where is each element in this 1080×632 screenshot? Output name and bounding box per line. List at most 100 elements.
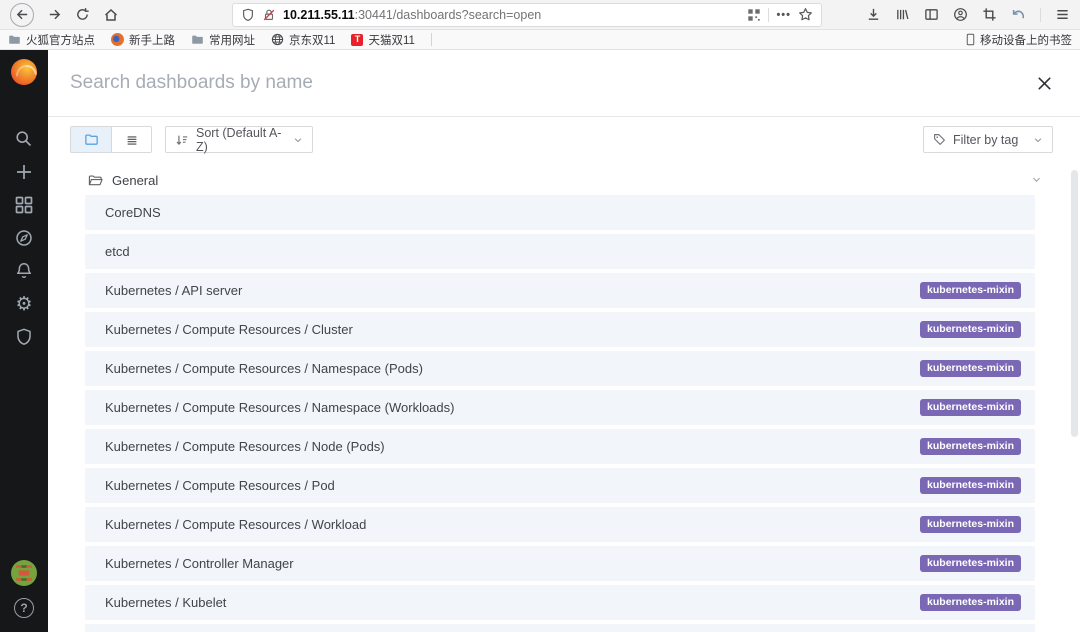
dashboard-row-partial[interactable]	[85, 624, 1035, 632]
bookmark-label: 常用网址	[209, 34, 255, 47]
tag-badge[interactable]: kubernetes-mixin	[920, 398, 1021, 417]
folder-icon	[191, 33, 204, 46]
search-input[interactable]	[70, 72, 1035, 94]
bookmark-label: 京东双11	[289, 34, 336, 47]
insecure-lock-icon[interactable]	[262, 8, 276, 22]
nav-buttons	[10, 2, 119, 27]
tag-badge[interactable]: kubernetes-mixin	[920, 515, 1021, 534]
sidebar-item-search[interactable]	[13, 128, 35, 150]
dashboard-title: Kubernetes / Compute Resources / Pod	[105, 478, 335, 493]
grafana-sidebar: ⚙ ?	[0, 50, 48, 632]
dashboard-row[interactable]: Kubernetes / Compute Resources / Namespa…	[85, 390, 1035, 425]
undo-icon[interactable]	[1011, 7, 1026, 22]
dashboard-row[interactable]: Kubernetes / Compute Resources / Workloa…	[85, 507, 1035, 542]
sidebar-nav: ⚙	[13, 128, 35, 348]
dashboard-row[interactable]: Kubernetes / Controller Manager kubernet…	[85, 546, 1035, 581]
url-host: 10.211.55.11	[283, 7, 355, 22]
folder-view-icon	[84, 132, 99, 147]
explore-compass-icon	[14, 228, 34, 248]
sidebar-item-dashboards[interactable]	[13, 194, 35, 216]
bookmark-star-icon[interactable]	[798, 7, 813, 22]
dashboard-row[interactable]: Kubernetes / Compute Resources / Pod kub…	[85, 468, 1035, 503]
sort-icon	[175, 133, 189, 147]
tag-badge[interactable]: kubernetes-mixin	[920, 320, 1021, 339]
sidebar-item-alerting[interactable]	[13, 260, 35, 282]
dashboard-title: etcd	[105, 244, 130, 259]
folder-view-button[interactable]	[71, 127, 111, 152]
sidebar-item-configuration[interactable]: ⚙	[13, 293, 35, 315]
urlbar-separator	[768, 7, 770, 22]
sidebar-item-server-admin[interactable]	[13, 326, 35, 348]
scrollbar-thumb[interactable]	[1071, 170, 1078, 437]
tag-badge[interactable]: kubernetes-mixin	[920, 437, 1021, 456]
screenshot-icon[interactable]	[982, 7, 997, 22]
dashboard-list: General CoreDNS etcd Kubernetes / API se…	[85, 166, 1040, 632]
view-toggle-group	[70, 126, 152, 153]
dashboard-title: Kubernetes / Compute Resources / Workloa…	[105, 517, 367, 532]
bookmark-item[interactable]: 火狐官方站点	[8, 32, 95, 48]
back-button[interactable]	[10, 2, 34, 27]
grafana-logo[interactable]	[11, 59, 37, 85]
server-admin-shield-icon	[14, 327, 34, 347]
bookmark-item[interactable]: 新手上路	[111, 32, 175, 48]
library-icon[interactable]	[895, 7, 910, 22]
dashboard-title: CoreDNS	[105, 205, 161, 220]
sidebar-bottom: ?	[11, 560, 37, 632]
search-icon	[14, 129, 34, 149]
help-icon[interactable]: ?	[14, 598, 34, 618]
dashboard-row[interactable]: Kubernetes / Compute Resources / Namespa…	[85, 351, 1035, 386]
section-title: General	[112, 173, 159, 188]
account-icon[interactable]	[953, 7, 968, 22]
sidebar-item-create[interactable]	[13, 161, 35, 183]
dashboard-title: Kubernetes / Controller Manager	[105, 556, 294, 571]
download-icon[interactable]	[866, 7, 881, 22]
bookmark-item[interactable]: 京东双11	[271, 32, 335, 48]
configuration-gear-icon: ⚙	[15, 292, 33, 315]
tag-icon	[933, 133, 946, 146]
tmall-icon: T	[351, 33, 364, 46]
list-view-icon	[125, 133, 139, 147]
menu-icon[interactable]	[1055, 7, 1070, 22]
sidebar-toggle-icon[interactable]	[924, 7, 939, 22]
toolbar-separator	[1040, 7, 1041, 22]
open-folder-icon	[88, 173, 103, 188]
tag-badge[interactable]: kubernetes-mixin	[920, 476, 1021, 495]
reload-button[interactable]	[75, 7, 90, 22]
firefox-icon	[111, 33, 124, 46]
dashboard-row[interactable]: CoreDNS	[85, 195, 1035, 230]
mobile-bookmarks[interactable]: 移动设备上的书签	[965, 32, 1072, 48]
dashboard-row[interactable]: etcd	[85, 234, 1035, 269]
dashboard-title: Kubernetes / API server	[105, 283, 243, 298]
bookmark-item[interactable]: 常用网址	[191, 32, 255, 48]
url-bar[interactable]: 10.211.55.11:30441/dashboards?search=ope…	[232, 2, 822, 27]
bookmarks-separator	[430, 33, 432, 46]
bookmark-label: 新手上路	[129, 34, 175, 47]
tag-badge[interactable]: kubernetes-mixin	[920, 554, 1021, 573]
tracking-shield-icon[interactable]	[241, 8, 255, 22]
bookmark-item[interactable]: T 天猫双11	[351, 32, 415, 48]
dashboard-row[interactable]: Kubernetes / Compute Resources / Node (P…	[85, 429, 1035, 464]
filter-tag-label: Filter by tag	[953, 132, 1019, 147]
dashboard-row[interactable]: Kubernetes / Kubelet kubernetes-mixin	[85, 585, 1035, 620]
home-button[interactable]	[103, 7, 119, 23]
tag-badge[interactable]: kubernetes-mixin	[920, 281, 1021, 300]
sort-dropdown[interactable]: Sort (Default A-Z)	[165, 126, 313, 154]
filter-by-tag-dropdown[interactable]: Filter by tag	[923, 126, 1053, 153]
close-icon[interactable]	[1035, 74, 1054, 93]
reload-icon	[75, 7, 90, 22]
bookmarks-bar: 火狐官方站点 新手上路 常用网址 京东双11 T 天猫双11 移动设备上的书签	[0, 30, 1080, 50]
back-arrow-icon	[15, 7, 30, 22]
sidebar-item-explore[interactable]	[13, 227, 35, 249]
user-avatar[interactable]	[11, 560, 37, 586]
page-actions-button[interactable]: •••	[776, 9, 791, 21]
tag-badge[interactable]: kubernetes-mixin	[920, 593, 1021, 612]
forward-button[interactable]	[47, 7, 62, 22]
dashboard-row[interactable]: Kubernetes / API server kubernetes-mixin	[85, 273, 1035, 308]
dashboard-row[interactable]: Kubernetes / Compute Resources / Cluster…	[85, 312, 1035, 347]
search-bar	[48, 50, 1080, 117]
qr-scan-icon[interactable]	[747, 8, 761, 22]
tag-badge[interactable]: kubernetes-mixin	[920, 359, 1021, 378]
section-header-general[interactable]: General	[85, 166, 1040, 195]
mobile-bookmarks-label: 移动设备上的书签	[980, 34, 1072, 47]
list-view-button[interactable]	[111, 127, 151, 152]
